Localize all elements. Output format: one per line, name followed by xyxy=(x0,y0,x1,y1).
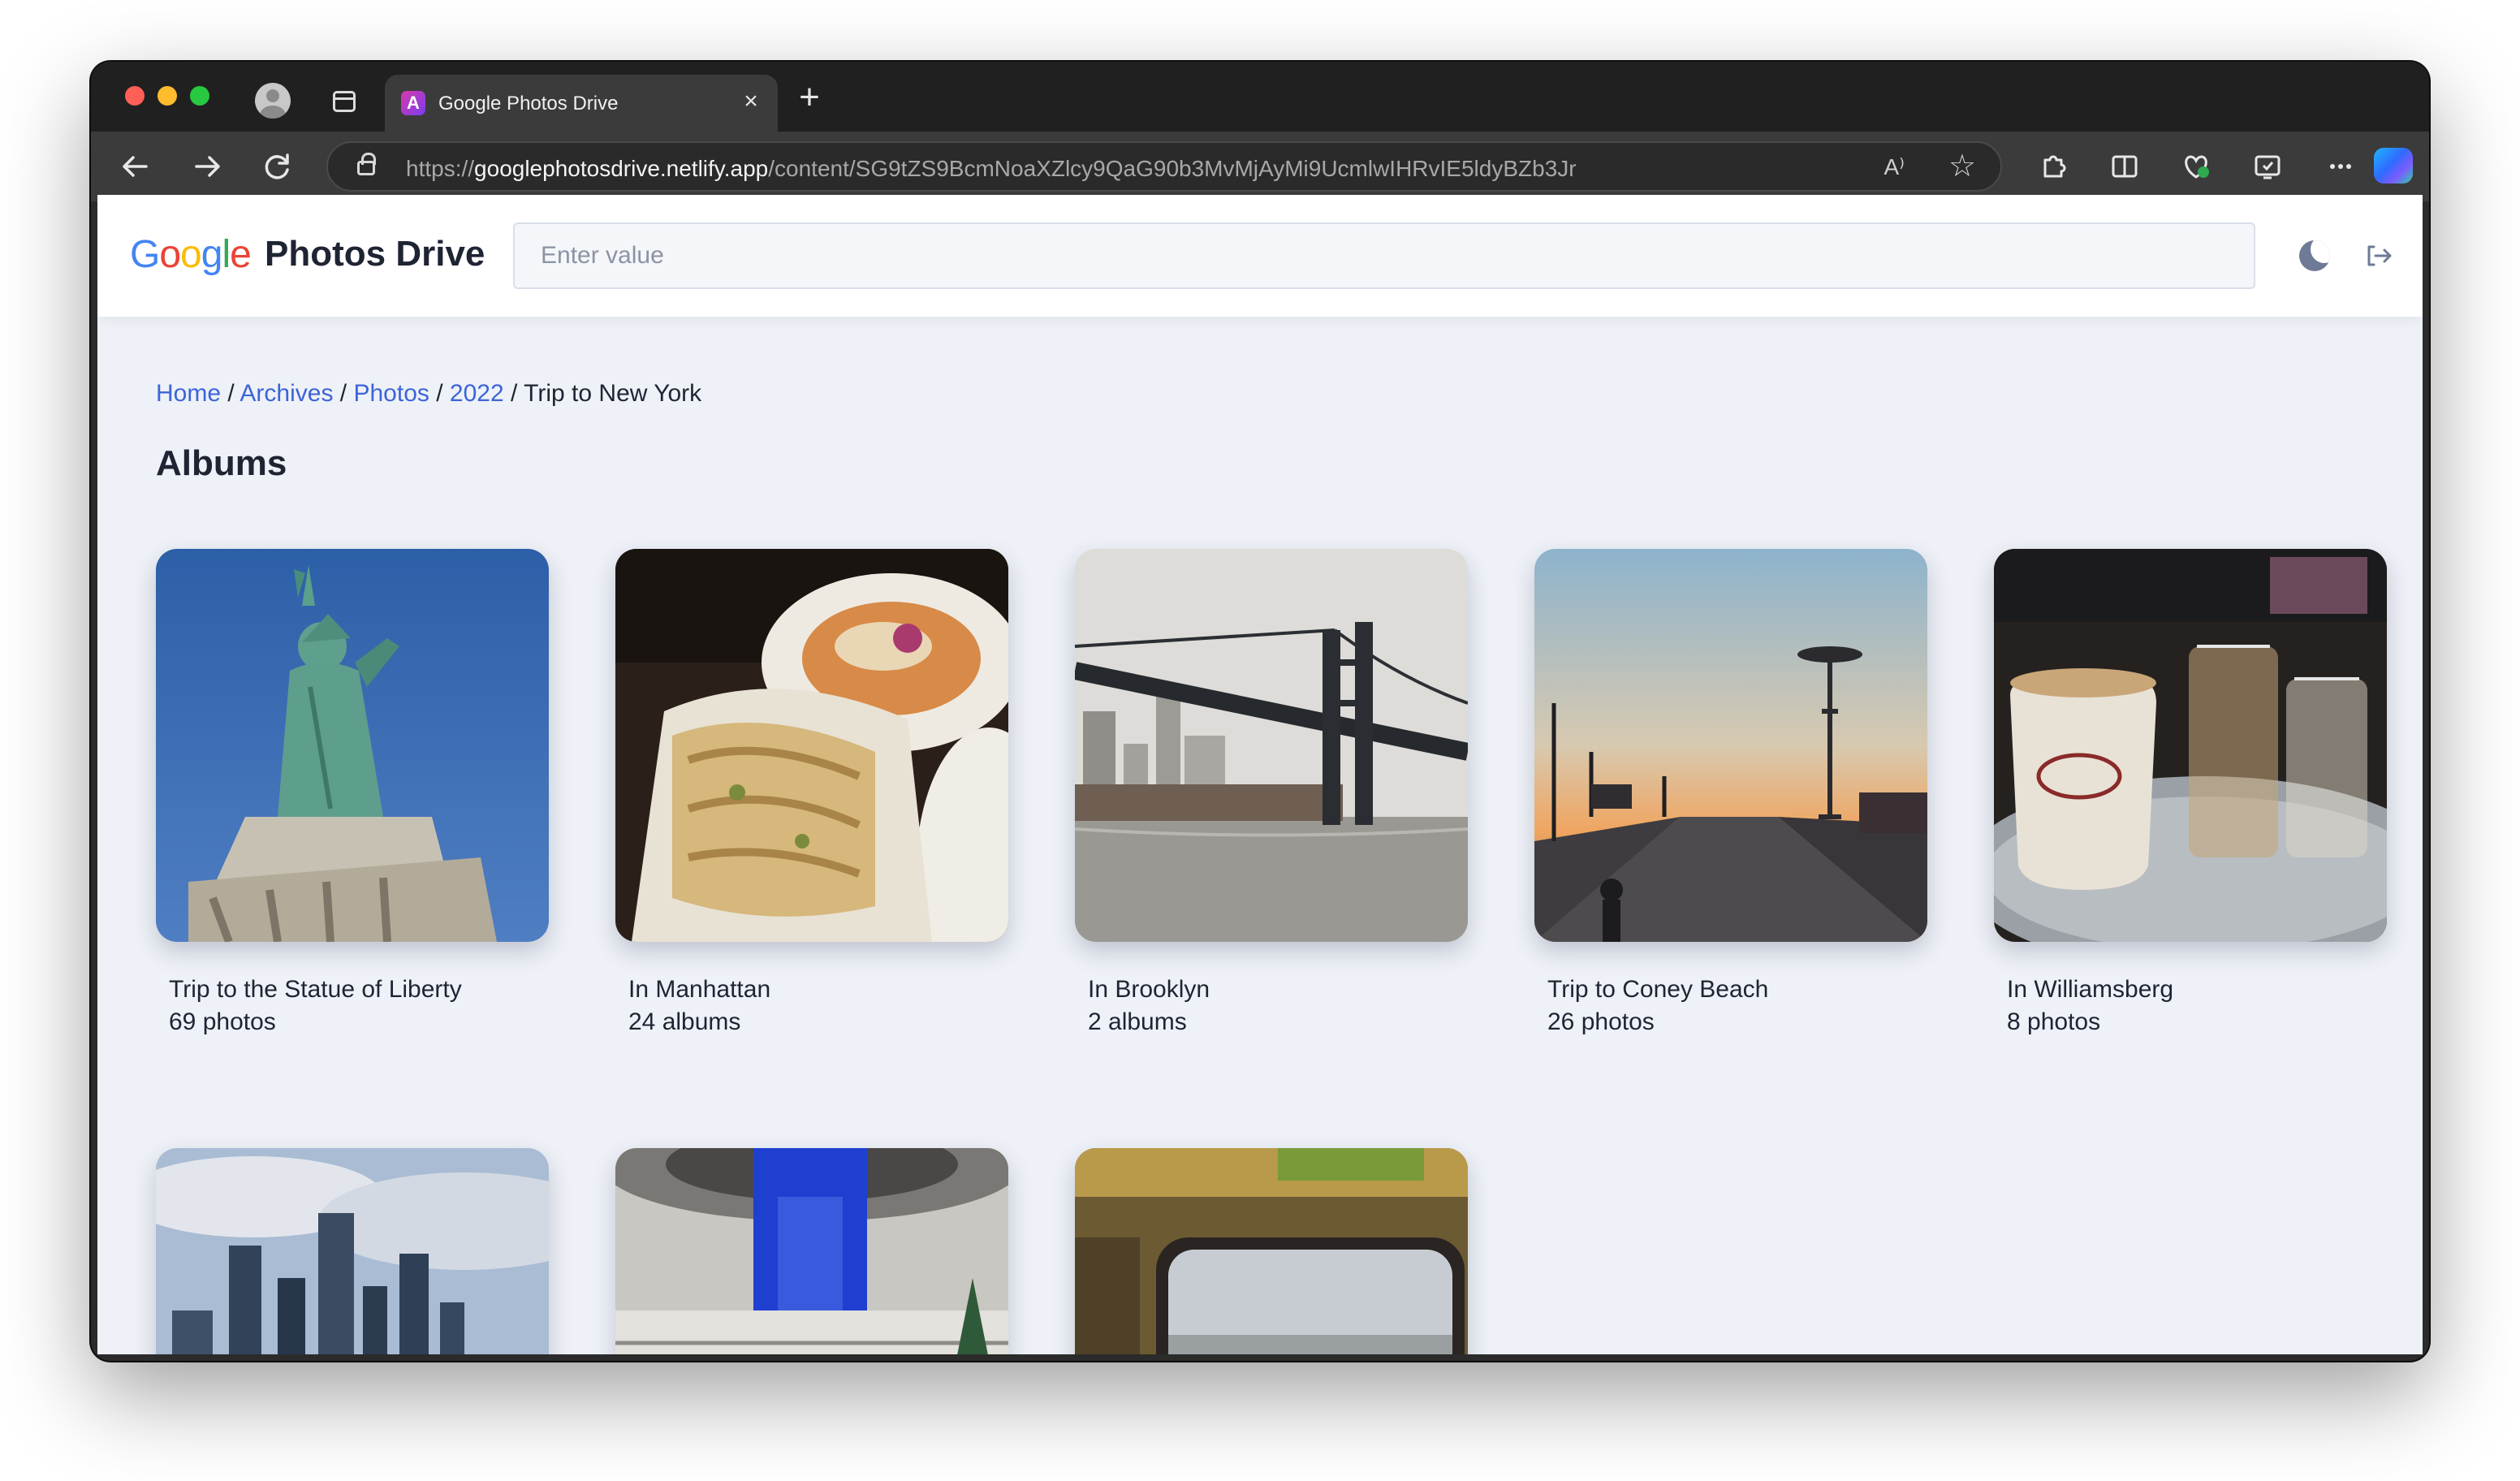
forward-icon[interactable] xyxy=(185,145,229,188)
tab-strip: Google Photos Drive × + xyxy=(91,62,2429,132)
browser-window: Google Photos Drive × + https://googleph… xyxy=(91,62,2429,1361)
lock-icon[interactable] xyxy=(357,153,376,175)
new-tab-button[interactable]: + xyxy=(789,78,830,119)
album-title[interactable]: In Manhattan xyxy=(628,976,770,1004)
album-thumbnail-train-window[interactable] xyxy=(1075,1148,1468,1354)
album-thumbnail-boardwalk-sunset[interactable] xyxy=(1534,549,1927,942)
album-thumbnail-food-plate[interactable] xyxy=(615,549,1008,942)
maximize-window-button[interactable] xyxy=(190,86,209,106)
breadcrumb-photos[interactable]: Photos xyxy=(353,380,429,407)
favorite-star-icon[interactable]: ☆ xyxy=(1948,148,1976,185)
album-title[interactable]: In Brooklyn xyxy=(1088,976,1210,1004)
screenshot-icon[interactable] xyxy=(2246,145,2289,188)
tab-favicon-icon xyxy=(401,91,425,115)
back-icon[interactable] xyxy=(114,145,158,188)
minimize-window-button[interactable] xyxy=(158,86,177,106)
tab-actions-icon[interactable] xyxy=(333,91,356,112)
tab-title: Google Photos Drive xyxy=(438,93,619,114)
google-logo[interactable]: Google xyxy=(130,232,252,277)
copilot-icon[interactable] xyxy=(2374,148,2413,184)
breadcrumb-separator: / xyxy=(339,380,347,407)
album-thumbnail-coffee-tray[interactable] xyxy=(1994,549,2387,942)
album-count: 26 photos xyxy=(1547,1008,1655,1035)
close-tab-icon[interactable]: × xyxy=(737,88,765,115)
read-aloud-icon[interactable]: A⁾ xyxy=(1884,151,1905,184)
tab-google-photos-drive[interactable]: Google Photos Drive × xyxy=(385,75,778,132)
page-content: Google Photos Drive Home / Archives / Ph… xyxy=(97,195,2423,1354)
breadcrumb-2022[interactable]: 2022 xyxy=(450,380,504,407)
breadcrumb: Home / Archives / Photos / 2022 / Trip t… xyxy=(156,380,701,408)
album-count: 8 photos xyxy=(2007,1008,2101,1035)
album-thumbnail-city-skyline[interactable] xyxy=(156,1148,549,1354)
refresh-icon[interactable] xyxy=(255,145,299,188)
breadcrumb-home[interactable]: Home xyxy=(156,380,221,407)
album-title[interactable]: Trip to the Statue of Liberty xyxy=(169,976,462,1004)
breadcrumb-separator: / xyxy=(227,380,235,407)
breadcrumb-separator: / xyxy=(511,380,518,407)
search-input[interactable] xyxy=(513,222,2255,289)
logout-icon[interactable] xyxy=(2362,240,2395,271)
breadcrumb-current: Trip to New York xyxy=(524,380,702,407)
album-count: 24 albums xyxy=(628,1008,741,1035)
profile-avatar-icon[interactable] xyxy=(255,83,291,119)
address-bar[interactable]: https://googlephotosdrive.netlify.app/co… xyxy=(326,141,2002,192)
browser-toolbar: https://googlephotosdrive.netlify.app/co… xyxy=(91,132,2429,201)
app-name[interactable]: Photos Drive xyxy=(265,234,485,274)
extensions-icon[interactable] xyxy=(2031,145,2075,188)
browser-essentials-icon[interactable] xyxy=(2174,145,2218,188)
breadcrumb-archives[interactable]: Archives xyxy=(239,380,333,407)
album-thumbnail-mall-atrium[interactable] xyxy=(615,1148,1008,1354)
app-header: Google Photos Drive xyxy=(97,195,2423,317)
breadcrumb-separator: / xyxy=(436,380,443,407)
album-title[interactable]: In Williamsberg xyxy=(2007,976,2173,1004)
album-thumbnail-manhattan-bridge[interactable] xyxy=(1075,549,1468,942)
section-title: Albums xyxy=(156,443,287,483)
album-title[interactable]: Trip to Coney Beach xyxy=(1547,976,1768,1004)
url-text[interactable]: https://googlephotosdrive.netlify.app/co… xyxy=(406,156,1577,182)
album-count: 2 albums xyxy=(1088,1008,1187,1035)
album-count: 69 photos xyxy=(169,1008,276,1035)
album-thumbnail-statue-of-liberty[interactable] xyxy=(156,549,549,942)
split-screen-icon[interactable] xyxy=(2103,145,2147,188)
close-window-button[interactable] xyxy=(125,86,145,106)
more-options-icon[interactable] xyxy=(2319,145,2362,188)
dark-mode-toggle-icon[interactable] xyxy=(2299,240,2330,271)
